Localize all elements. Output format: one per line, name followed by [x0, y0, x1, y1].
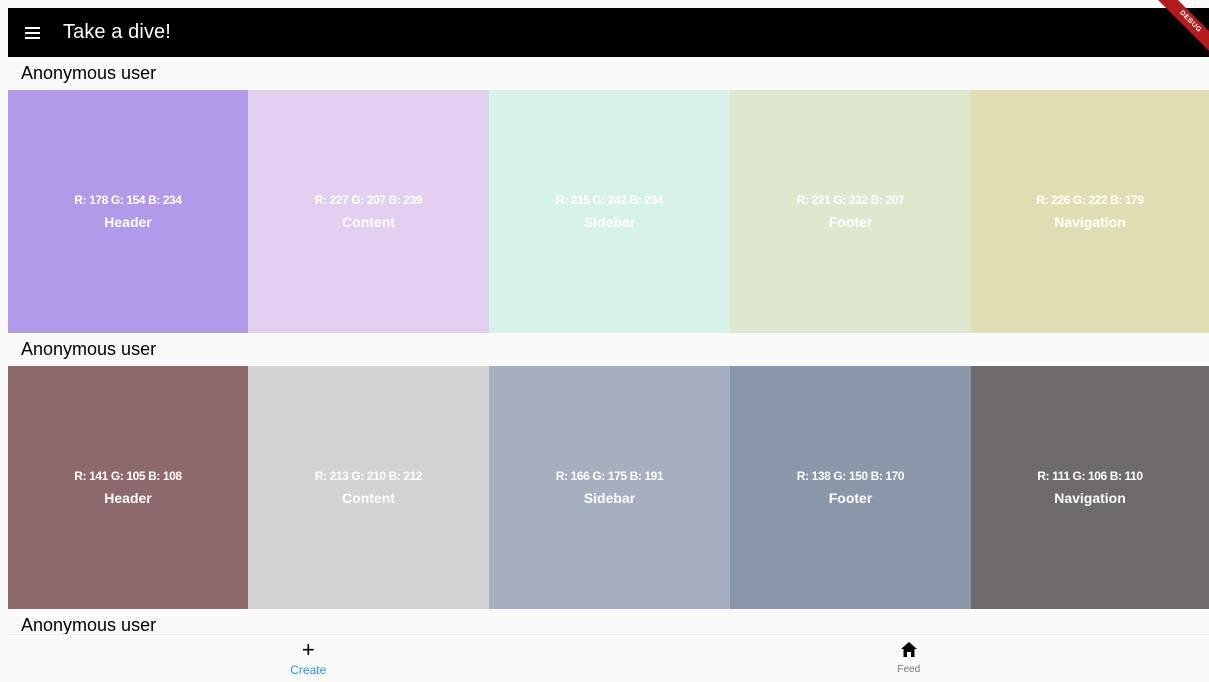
swatch-footer[interactable]: R: 221 G: 232 B: 207 Footer	[730, 90, 971, 333]
swatch-footer[interactable]: R: 138 G: 150 B: 170 Footer	[730, 366, 971, 609]
swatch-name-label: Footer	[828, 490, 873, 506]
swatch-name-label: Sidebar	[583, 490, 636, 506]
nav-feed-label: Feed	[897, 664, 921, 675]
swatch-name-label: Content	[342, 490, 395, 506]
swatch-name-label: Content	[342, 214, 395, 230]
app-title: Take a dive!	[63, 21, 171, 43]
menu-icon[interactable]	[25, 26, 40, 39]
swatch-name-label: Navigation	[1054, 490, 1126, 506]
swatch-navigation[interactable]: R: 226 G: 222 B: 179 Navigation	[971, 90, 1209, 333]
app-bar: Take a dive! DEBUG	[8, 0, 1209, 57]
swatch-rgb-label: R: 215 G: 242 B: 234	[555, 193, 664, 207]
swatch-rgb-label: R: 111 G: 106 B: 110	[1037, 469, 1143, 483]
swatch-name-label: Navigation	[1054, 214, 1126, 230]
swatch-navigation[interactable]: R: 111 G: 106 B: 110 Navigation	[971, 366, 1209, 609]
swatch-rgb-label: R: 213 G: 210 B: 212	[314, 469, 423, 483]
swatch-rgb-label: R: 226 G: 222 B: 179	[1036, 193, 1144, 207]
swatch-name-label: Header	[104, 490, 152, 506]
feed-item-user: Anonymous user	[8, 609, 1209, 634]
swatch-rgb-label: R: 166 G: 175 B: 191	[555, 469, 664, 483]
debug-banner: DEBUG	[1156, 0, 1209, 56]
nav-create[interactable]: + Create	[8, 635, 609, 682]
bottom-navigation: + Create Feed	[8, 634, 1209, 682]
swatch-name-label: Sidebar	[583, 214, 636, 230]
swatch-name-label: Footer	[828, 214, 873, 230]
swatch-name-label: Header	[104, 214, 152, 230]
feed-list[interactable]: Anonymous user R: 178 G: 154 B: 234 Head…	[8, 57, 1209, 634]
palette-row: R: 178 G: 154 B: 234 Header R: 227 G: 20…	[8, 90, 1209, 333]
swatch-sidebar[interactable]: R: 166 G: 175 B: 191 Sidebar	[489, 366, 730, 609]
swatch-rgb-label: R: 178 G: 154 B: 234	[74, 193, 182, 207]
app-screen: Take a dive! DEBUG Anonymous user R: 178…	[0, 0, 1209, 682]
palette-row: R: 141 G: 105 B: 108 Header R: 213 G: 21…	[8, 366, 1209, 609]
swatch-header[interactable]: R: 141 G: 105 B: 108 Header	[8, 366, 248, 609]
home-icon	[900, 642, 917, 660]
swatch-rgb-label: R: 227 G: 207 B: 239	[314, 193, 423, 207]
swatch-rgb-label: R: 141 G: 105 B: 108	[74, 469, 182, 483]
feed-item-user: Anonymous user	[8, 333, 1209, 366]
feed-item-user: Anonymous user	[8, 57, 1209, 90]
swatch-header[interactable]: R: 178 G: 154 B: 234 Header	[8, 90, 248, 333]
swatch-content[interactable]: R: 227 G: 207 B: 239 Content	[248, 90, 489, 333]
nav-create-label: Create	[290, 662, 327, 677]
nav-feed[interactable]: Feed	[609, 635, 1209, 682]
plus-icon: +	[301, 636, 315, 662]
swatch-rgb-label: R: 138 G: 150 B: 170	[796, 469, 905, 483]
swatch-content[interactable]: R: 213 G: 210 B: 212 Content	[248, 366, 489, 609]
swatch-sidebar[interactable]: R: 215 G: 242 B: 234 Sidebar	[489, 90, 730, 333]
swatch-rgb-label: R: 221 G: 232 B: 207	[796, 193, 905, 207]
